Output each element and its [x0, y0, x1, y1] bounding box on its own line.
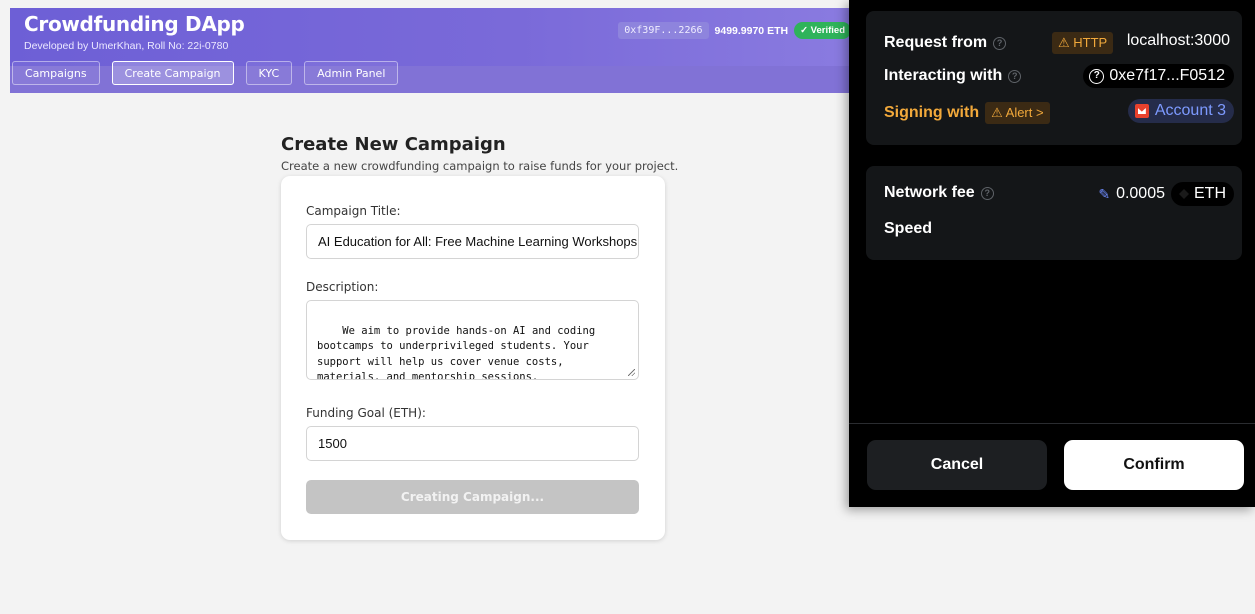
verified-badge: ✓ Verified [794, 22, 851, 39]
contract-address-pill[interactable]: ? 0xe7f17...F0512 [1083, 64, 1234, 88]
page-subtitle: Create a new crowdfunding campaign to ra… [281, 159, 679, 173]
account-pill[interactable]: Account 3 [1127, 99, 1234, 123]
help-icon[interactable]: ? [1008, 69, 1022, 83]
network-fee-row: Network fee ? [884, 184, 994, 202]
edit-fee-icon[interactable]: ✎ [1098, 186, 1110, 203]
fee-value: ✎ 0.0005 ETH [1098, 182, 1234, 206]
speed-label: Speed [884, 220, 933, 237]
app-title: Crowdfunding DApp [24, 12, 245, 36]
description-label: Description: [306, 280, 379, 294]
currency-pill: ETH [1171, 182, 1234, 206]
request-details-panel: Request from ? ⚠ HTTP localhost:3000 Int… [866, 11, 1242, 145]
description-text: We aim to provide hands-on AI and coding… [317, 325, 596, 380]
resize-handle-icon[interactable] [628, 369, 635, 376]
nav-campaigns[interactable]: Campaigns [12, 61, 100, 85]
alert-badge[interactable]: ⚠ Alert > [985, 102, 1050, 124]
funding-goal-input[interactable]: 1500 [306, 426, 639, 461]
wallet-status: 0xf39F...2266 9499.9970 ETH ✓ Verified [618, 22, 851, 39]
help-icon[interactable]: ? [993, 36, 1007, 50]
footer-divider [849, 423, 1255, 424]
nav-create-campaign[interactable]: Create Campaign [111, 61, 234, 85]
nav-kyc[interactable]: KYC [245, 61, 293, 85]
wallet-address: 0xf39F...2266 [618, 22, 709, 39]
description-textarea[interactable]: We aim to provide hands-on AI and coding… [306, 300, 639, 380]
http-warning-badge[interactable]: ⚠ HTTP [1052, 32, 1114, 54]
interacting-with-label: Interacting with [884, 67, 1003, 84]
confirm-button[interactable]: Confirm [1064, 440, 1244, 490]
signing-with-label: Signing with [884, 104, 980, 121]
network-fee-label: Network fee [884, 184, 975, 201]
campaign-title-input[interactable]: AI Education for All: Free Machine Learn… [306, 224, 639, 259]
nav-admin-panel[interactable]: Admin Panel [304, 61, 399, 85]
interacting-with-row: Interacting with ? [884, 67, 1022, 85]
app-subtitle: Developed by UmerKhan, Roll No: 22i-0780 [24, 40, 229, 52]
signing-with-row: Signing with ⚠ Alert > [884, 102, 1050, 124]
fee-amount: 0.0005 [1116, 185, 1165, 202]
cancel-button[interactable]: Cancel [867, 440, 1047, 490]
fee-panel: Network fee ? ✎ 0.0005 ETH Speed [866, 166, 1242, 260]
page-title: Create New Campaign [281, 134, 506, 155]
request-from-label: Request from [884, 34, 988, 51]
fee-currency: ETH [1194, 185, 1226, 202]
account-avatar-icon [1134, 104, 1149, 118]
funding-goal-label: Funding Goal (ETH): [306, 406, 426, 420]
unknown-contract-icon: ? [1089, 68, 1105, 84]
speed-row: Speed [884, 220, 932, 238]
contract-address: 0xe7f17...F0512 [1109, 67, 1225, 84]
create-campaign-form: Campaign Title: AI Education for All: Fr… [281, 176, 665, 540]
wallet-confirmation-popup: Request from ? ⚠ HTTP localhost:3000 Int… [849, 0, 1255, 507]
campaign-title-label: Campaign Title: [306, 204, 401, 218]
help-icon[interactable]: ? [980, 186, 994, 200]
eth-icon [1179, 189, 1189, 199]
create-campaign-button[interactable]: Creating Campaign... [306, 480, 639, 514]
account-name: Account 3 [1154, 102, 1226, 119]
request-from-row: Request from ? [884, 34, 1007, 52]
main-nav: Campaigns Create Campaign KYC Admin Pane… [12, 61, 399, 85]
wallet-balance: 9499.9970 ETH [714, 24, 789, 37]
request-host: localhost:3000 [1126, 32, 1230, 49]
